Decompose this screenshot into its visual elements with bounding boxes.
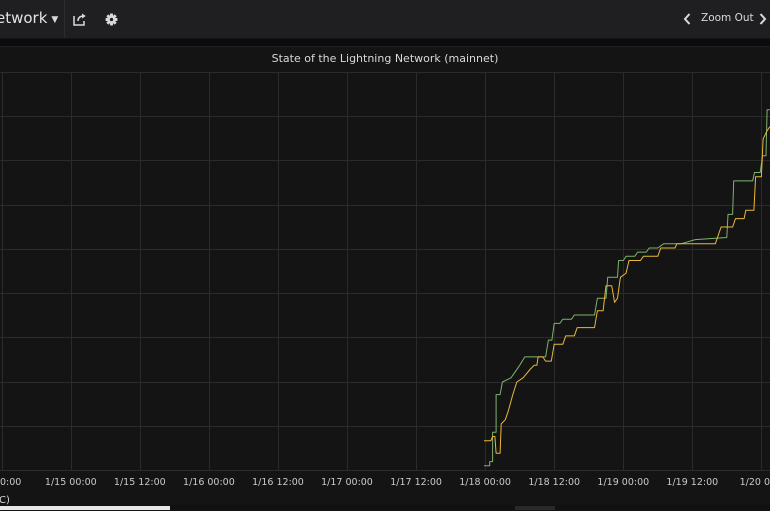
chart-grid [0,72,770,471]
chart-series [484,109,770,467]
x-tick-label: 1/17 00:00 [321,477,373,488]
x-tick-label: 1/18 00:00 [459,477,511,488]
x-tick-label: 1/17 12:00 [390,477,442,488]
x-tick-label: 1/15 12:00 [114,477,166,488]
x-axis-ticks: 0:00 1/15 00:00 1/15 12:00 1/16 00:00 1/16 1… [0,477,770,488]
x-tick-label: 1/18 12:00 [528,477,580,488]
x-tick-label: 1/16 12:00 [252,477,304,488]
x-tick-label: 1/19 00:00 [597,477,649,488]
scroll-segment [515,506,555,510]
bottom-scroll-strip [0,505,770,510]
series-line-1 [484,109,770,467]
x-tick-label: 1/20 0 [740,477,770,488]
x-tick-label: 1/16 00:00 [183,477,235,488]
x-tick-label: 0:00 [0,477,21,488]
x-tick-label: 1/15 00:00 [45,477,97,488]
x-tick-label: 1/19 12:00 [666,477,718,488]
scroll-thumb[interactable] [0,506,170,510]
series-line-2 [484,126,770,454]
chart-plot-area[interactable]: 0:00 1/15 00:00 1/15 12:00 1/16 00:00 1/16 1… [0,0,770,510]
